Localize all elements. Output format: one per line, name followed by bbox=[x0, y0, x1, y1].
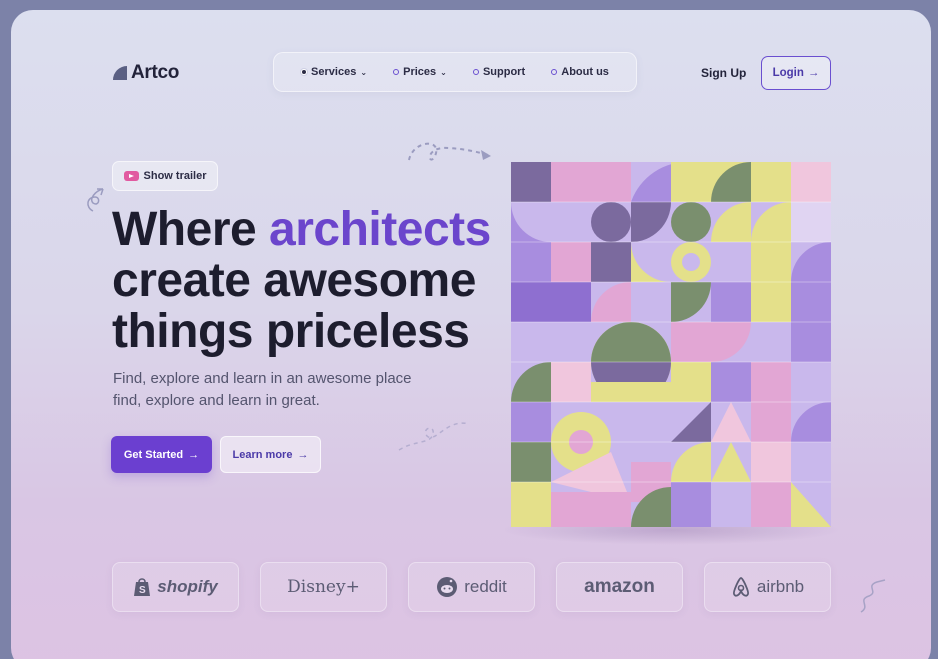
show-trailer-label: Show trailer bbox=[143, 170, 207, 182]
dot-icon bbox=[393, 69, 400, 75]
nav-item-label: Services bbox=[311, 66, 357, 78]
main-nav: Services ⌄ Prices ⌄ Support About us bbox=[273, 52, 637, 92]
nav-item-label: Prices bbox=[403, 66, 437, 78]
hero-subtitle: Find, explore and learn in an awesome pl… bbox=[113, 368, 433, 412]
brand-name: shopify bbox=[157, 577, 218, 596]
login-button[interactable]: Login → bbox=[761, 56, 831, 90]
shopify-logo: S shopify bbox=[112, 562, 239, 612]
nav-item-services[interactable]: Services ⌄ bbox=[301, 66, 367, 78]
headline-text: things priceless bbox=[112, 305, 470, 358]
headline-text: Where bbox=[112, 203, 270, 256]
subtitle-line: Find, explore and learn in an awesome pl… bbox=[113, 370, 412, 387]
reddit-logo: reddit bbox=[408, 562, 535, 612]
get-started-label: Get Started bbox=[123, 448, 184, 461]
chevron-down-icon: ⌄ bbox=[360, 67, 368, 77]
svg-text:S: S bbox=[139, 585, 146, 596]
logo-text: Artco bbox=[131, 62, 180, 83]
nav-item-label: Support bbox=[482, 66, 526, 78]
signup-link[interactable]: Sign Up bbox=[701, 66, 746, 80]
dashed-curve-doodle bbox=[398, 422, 470, 451]
geometric-art-image bbox=[511, 162, 831, 527]
brand-name: airbnb bbox=[756, 577, 805, 596]
youtube-play-icon bbox=[123, 171, 139, 181]
dot-icon bbox=[551, 69, 558, 75]
arrow-right-icon: → bbox=[297, 448, 309, 461]
brand-name: amazon bbox=[584, 576, 655, 597]
airbnb-icon bbox=[732, 577, 749, 597]
show-trailer-button[interactable]: Show trailer bbox=[112, 161, 218, 191]
login-label: Login bbox=[772, 67, 804, 79]
hero-headline: Where architects create awesome things p… bbox=[112, 204, 491, 357]
headline-accent: architects bbox=[269, 203, 491, 256]
dashed-arrow-doodle bbox=[408, 142, 492, 161]
shopify-bag-icon: S bbox=[134, 578, 151, 596]
logo-mark-icon bbox=[113, 66, 127, 80]
nav-item-support[interactable]: Support bbox=[472, 66, 526, 78]
disney-plus-logo: Disney+ bbox=[260, 562, 387, 612]
nav-item-prices[interactable]: Prices ⌄ bbox=[393, 66, 447, 78]
squiggle-doodle bbox=[860, 579, 886, 613]
subtitle-line: find, explore and learn in great. bbox=[113, 392, 320, 409]
get-started-button[interactable]: Get Started → bbox=[111, 436, 212, 473]
chevron-down-icon: ⌄ bbox=[440, 67, 447, 77]
brand-name: Disney+ bbox=[287, 577, 360, 597]
hero-card: Artco Services ⌄ Prices ⌄ Support About … bbox=[11, 10, 931, 659]
airbnb-logo: airbnb bbox=[704, 562, 831, 612]
curl-arrow-doodle bbox=[87, 188, 104, 212]
headline-text: create awesome bbox=[112, 254, 476, 307]
dot-icon bbox=[472, 69, 479, 75]
arrow-right-icon: → bbox=[188, 448, 200, 461]
reddit-alien-icon bbox=[437, 577, 458, 597]
nav-item-label: About us bbox=[561, 66, 609, 78]
amazon-logo: amazon bbox=[556, 562, 683, 612]
active-dot-icon bbox=[301, 69, 308, 75]
nav-item-about[interactable]: About us bbox=[551, 66, 609, 78]
brand-logo[interactable]: Artco bbox=[113, 62, 179, 84]
partner-logos: S shopify Disney+ reddit amazon airbnb bbox=[112, 562, 831, 612]
learn-more-button[interactable]: Learn more → bbox=[220, 436, 321, 473]
brand-name: reddit bbox=[464, 577, 507, 596]
learn-more-label: Learn more bbox=[232, 448, 293, 461]
arrow-right-icon: → bbox=[807, 67, 820, 79]
